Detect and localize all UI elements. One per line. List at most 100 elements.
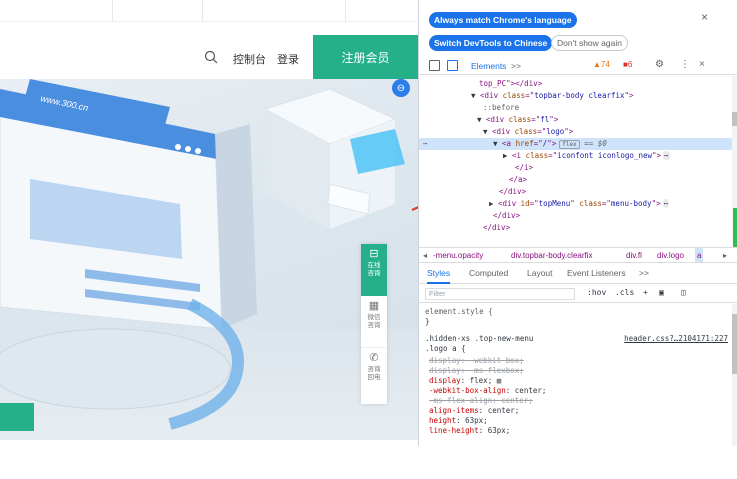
close-icon[interactable]: × [701, 10, 708, 24]
color-format-icon[interactable]: ▣ [659, 288, 664, 297]
filter-input[interactable]: Filter [425, 288, 575, 300]
css-value[interactable]: -webkit-box; [470, 356, 524, 365]
more-style-tabs-icon[interactable]: >> [639, 264, 649, 282]
css-property[interactable]: align-items [429, 406, 479, 415]
css-value[interactable]: center; [515, 386, 547, 395]
switch-to-chinese-button[interactable]: Switch DevTools to Chinese [429, 35, 553, 51]
dom-node[interactable]: ▶ <div id="topMenu" class="menu-body"> ⋯ [419, 198, 737, 210]
consult-float-bar: ⊟ 在线 咨询 ▦ 微信 咨询 ✆ 咨询 回电 [361, 244, 387, 404]
css-declaration[interactable]: align-items: center; [429, 406, 519, 416]
css-value[interactable]: 63px; [465, 416, 488, 425]
tab-event-listeners[interactable]: Event Listeners [567, 264, 626, 282]
dom-tag: </div> [483, 223, 511, 232]
dom-attr-name: class [504, 115, 532, 124]
console-link[interactable]: 控制台 [233, 51, 266, 67]
dom-node[interactable]: ▼ <div class="fl"> [419, 114, 737, 126]
dom-punct: =" [601, 199, 611, 208]
online-consult-button[interactable]: ⊟ 在线 咨询 [361, 244, 387, 296]
sidebar-toggle-icon[interactable]: ◫ [681, 288, 686, 297]
dom-scroll-thumb[interactable] [732, 112, 737, 126]
left-side-tab[interactable] [0, 403, 34, 431]
hover-state-toggle[interactable]: :hov [587, 288, 606, 297]
breadcrumb-item[interactable]: -menu.opacity [433, 248, 483, 262]
expand-triangle-icon: ▶ [489, 199, 499, 208]
always-match-language-button[interactable]: Always match Chrome's language [429, 12, 577, 28]
css-property[interactable]: height [429, 416, 456, 425]
more-tabs-icon[interactable]: >> [511, 61, 521, 71]
css-value[interactable]: 63px; [488, 426, 511, 435]
css-property[interactable]: display [429, 366, 461, 375]
css-property[interactable]: -ms-flex-align [429, 396, 492, 405]
rule-selector[interactable]: .hidden-xs .top-new-menu header.css?…210… [425, 334, 732, 344]
css-property[interactable]: line-height [429, 426, 479, 435]
css-declaration[interactable]: display: flex; ▦ [429, 376, 501, 386]
source-link[interactable]: header.css?…2104171:227 [624, 334, 728, 344]
login-link[interactable]: 登录 [277, 51, 299, 67]
qr-icon: ▦ [368, 300, 380, 312]
class-toggle[interactable]: .cls [615, 288, 634, 297]
styles-scroll-thumb[interactable] [732, 314, 737, 374]
callback-button[interactable]: ✆ 咨询 回电 [361, 348, 387, 400]
dont-show-again-button[interactable]: Don't show again [551, 35, 628, 51]
expand-triangle-icon: ▼ [471, 91, 481, 100]
device-toolbar-icon[interactable] [447, 60, 458, 71]
errors-count[interactable]: ■6 [623, 60, 632, 69]
css-declaration[interactable]: line-height: 63px; [429, 426, 510, 436]
breadcrumb-scroll-right-icon[interactable]: ▸ [723, 248, 727, 262]
search-icon[interactable] [204, 50, 218, 64]
dom-node-selected[interactable]: ▼ <a href="/"> flex == $0 ⋯ [419, 138, 737, 150]
css-value[interactable]: center; [501, 396, 533, 405]
dom-node[interactable]: ::before [419, 102, 737, 114]
breadcrumb-item-selected[interactable]: a [695, 248, 704, 262]
dom-node[interactable]: </a> [419, 174, 737, 186]
wechat-consult-button[interactable]: ▦ 微信 咨询 [361, 296, 387, 348]
css-declaration[interactable]: display: -ms-flexbox; [429, 366, 524, 376]
node-actions-icon: ⋯ [423, 139, 428, 148]
flexbox-editor-icon[interactable]: ▦ [492, 376, 502, 385]
settings-icon[interactable]: ⚙ [655, 59, 664, 70]
more-menu-icon[interactable]: ⋮ [680, 59, 690, 70]
devtools-panel: Always match Chrome's language Switch De… [418, 0, 737, 446]
tab-computed[interactable]: Computed [469, 264, 508, 282]
tab-elements[interactable]: Elements [471, 61, 506, 71]
dom-node[interactable]: top_PC"></div> [419, 78, 737, 90]
warnings-count[interactable]: ▲74 [593, 60, 610, 69]
breadcrumb-item[interactable]: div.logo [657, 248, 684, 262]
css-property[interactable]: display [429, 356, 461, 365]
breadcrumb-item[interactable]: div.topbar-body.clearfix [511, 248, 593, 262]
element-style-selector[interactable]: element.style { [425, 307, 493, 317]
css-value[interactable]: center; [488, 406, 520, 415]
css-declaration[interactable]: height: 63px; [429, 416, 488, 426]
dom-node[interactable]: </div> [419, 210, 737, 222]
breadcrumb-item[interactable]: div.fl [626, 248, 642, 262]
css-declaration[interactable]: -webkit-box-align: center; [429, 386, 546, 396]
online-consult-label-1: 在线 [367, 262, 381, 269]
dom-attr-name: id [516, 199, 530, 208]
dom-node[interactable]: ▼ <div class="logo"> [419, 126, 737, 138]
dom-punct: =" [525, 91, 535, 100]
floating-widget-icon[interactable]: ⊖ [392, 79, 410, 97]
inspect-element-icon[interactable] [429, 60, 440, 71]
close-devtools-icon[interactable]: × [699, 59, 705, 70]
register-button[interactable]: 注册会员 [313, 35, 418, 79]
dom-tag: > [568, 127, 574, 136]
tab-layout[interactable]: Layout [527, 264, 553, 282]
selected-node-marker: == $0 [579, 139, 607, 148]
add-rule-icon[interactable]: + [643, 288, 648, 297]
dom-node[interactable]: </i> [419, 162, 737, 174]
css-value[interactable]: -ms-flexbox; [470, 366, 524, 375]
breadcrumb-scroll-left-icon[interactable]: ◂ [423, 248, 427, 262]
rule-selector-line2: .logo a { [425, 344, 466, 353]
dom-tag: <div [498, 199, 517, 208]
css-property[interactable]: display [429, 376, 461, 385]
dom-node[interactable]: </div> [419, 222, 737, 234]
dom-node[interactable]: ▼ <div class="topbar-body clearfix"> [419, 90, 737, 102]
css-declaration[interactable]: display: -webkit-box; [429, 356, 524, 366]
css-value[interactable]: flex; [470, 376, 493, 385]
css-declaration[interactable]: -ms-flex-align: center; [429, 396, 533, 406]
css-property[interactable]: -webkit-box-align [429, 386, 506, 395]
dom-node[interactable]: ▶ <i class="iconfont iconlogo_new"> ⋯ [419, 150, 737, 162]
dom-node[interactable]: </div> [419, 186, 737, 198]
dom-tag: </i> [515, 163, 534, 172]
tab-styles[interactable]: Styles [427, 264, 451, 284]
